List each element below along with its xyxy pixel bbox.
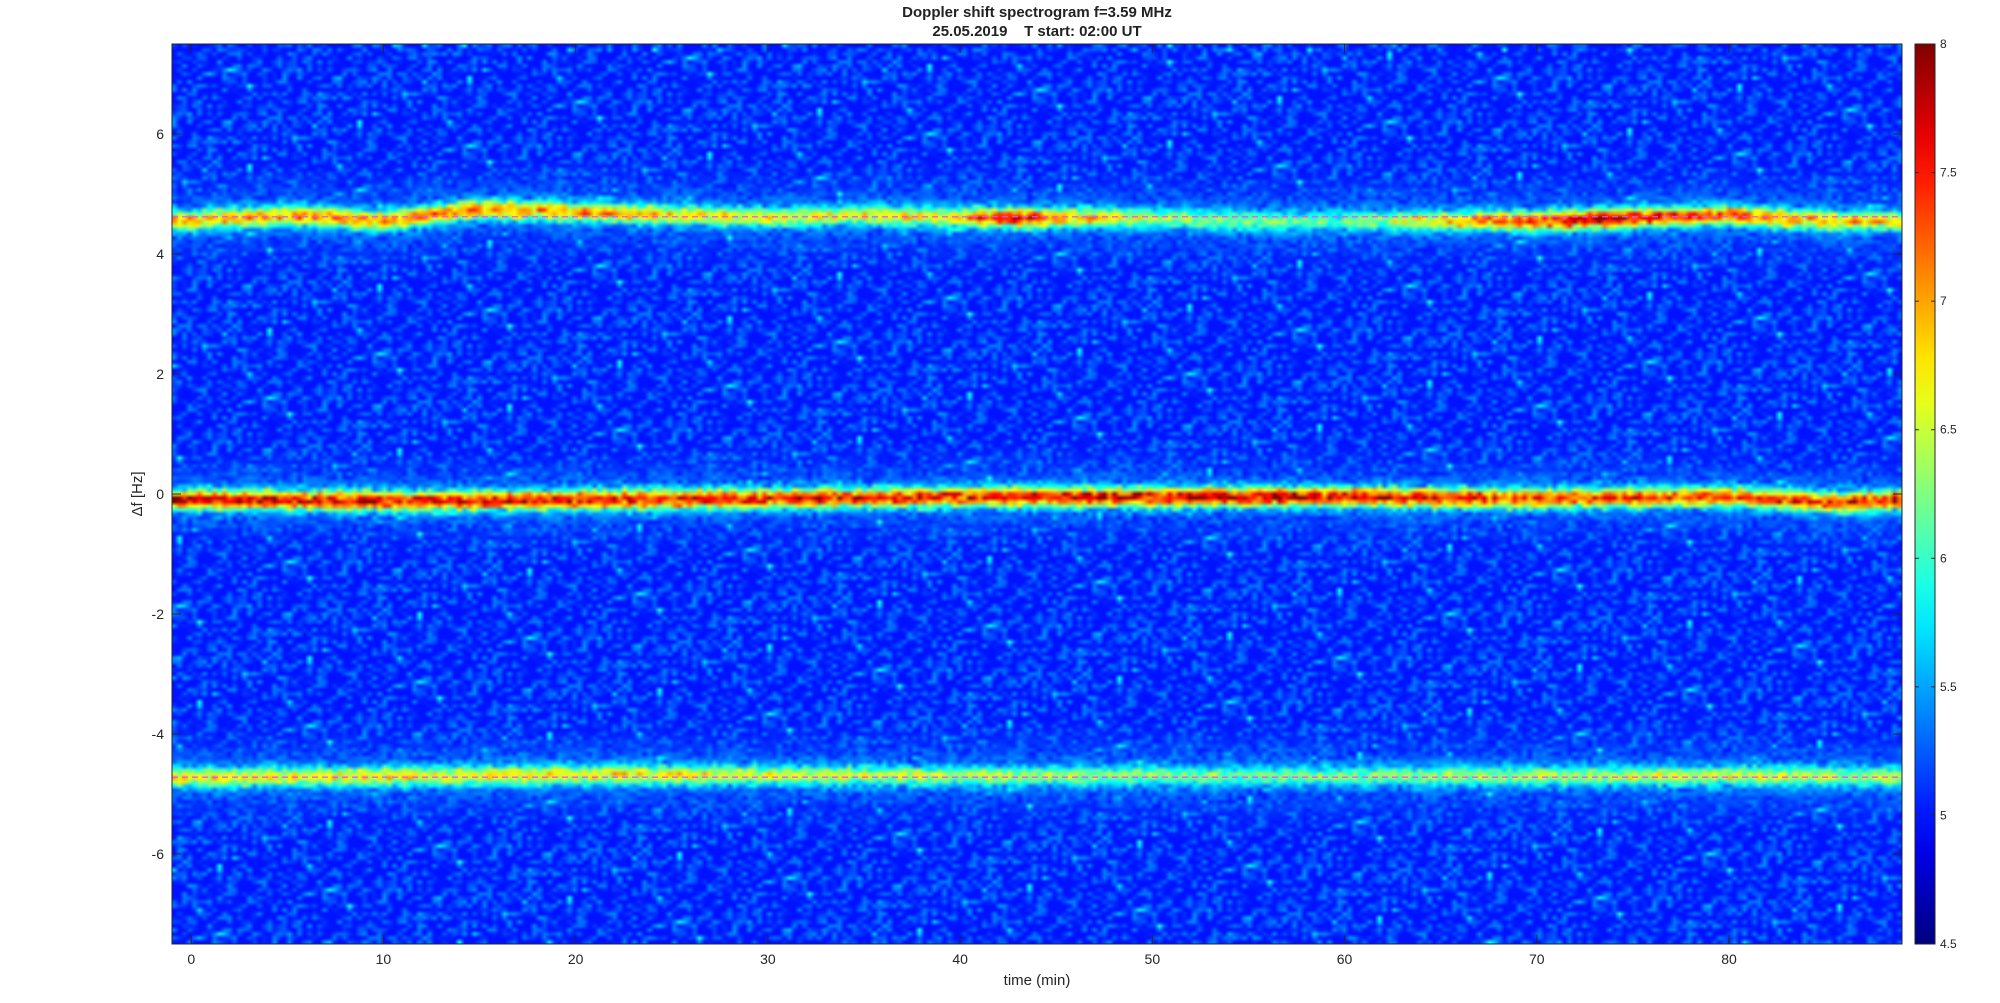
x-tick-label-40: 40	[952, 951, 968, 967]
spectrogram-chart: 0 10 20 30 40 50 60 70 80 -6 -4 -2 0 2 4 6 time (min) Δf …	[129, 37, 1957, 989]
colorbar-tick-label-6.5: 6.5	[1940, 423, 1957, 437]
y-tick-label-2: 2	[156, 366, 164, 382]
x-tick-label-30: 30	[760, 951, 776, 967]
colorbar-tick-label-5.5: 5.5	[1940, 680, 1957, 694]
colorbar-tick-label-7.5: 7.5	[1940, 166, 1957, 180]
y-tick-label-4: 4	[156, 246, 164, 262]
y-tick-label--2: -2	[152, 606, 165, 622]
x-tick-label-60: 60	[1337, 951, 1353, 967]
y-tick-label-0: 0	[156, 486, 164, 502]
y-tick-label-6: 6	[156, 126, 164, 142]
colorbar-tick-label-4.5: 4.5	[1940, 937, 1957, 951]
colorbar-tick-label-8: 8	[1940, 37, 1947, 51]
x-tick-label-0: 0	[187, 951, 195, 967]
y-tick-label--4: -4	[152, 726, 165, 742]
colorbar-tick-label-5: 5	[1940, 808, 1947, 822]
x-tick-label-80: 80	[1721, 951, 1737, 967]
x-tick-label-10: 10	[376, 951, 392, 967]
y-tick-label--6: -6	[152, 846, 165, 862]
x-tick-label-20: 20	[568, 951, 584, 967]
colorbar-tick-label-7: 7	[1940, 294, 1947, 308]
x-tick-label-70: 70	[1529, 951, 1545, 967]
x-tick-label-50: 50	[1145, 951, 1161, 967]
colorbar	[1914, 43, 1936, 945]
spectrogram-heatmap	[172, 44, 1902, 944]
colorbar-tick-label-6: 6	[1940, 551, 1947, 565]
figure: Doppler shift spectrogram f=3.59 MHz 25.…	[0, 0, 2000, 1003]
y-axis-label: Δf [Hz]	[129, 471, 146, 516]
x-axis-label: time (min)	[1004, 972, 1071, 989]
